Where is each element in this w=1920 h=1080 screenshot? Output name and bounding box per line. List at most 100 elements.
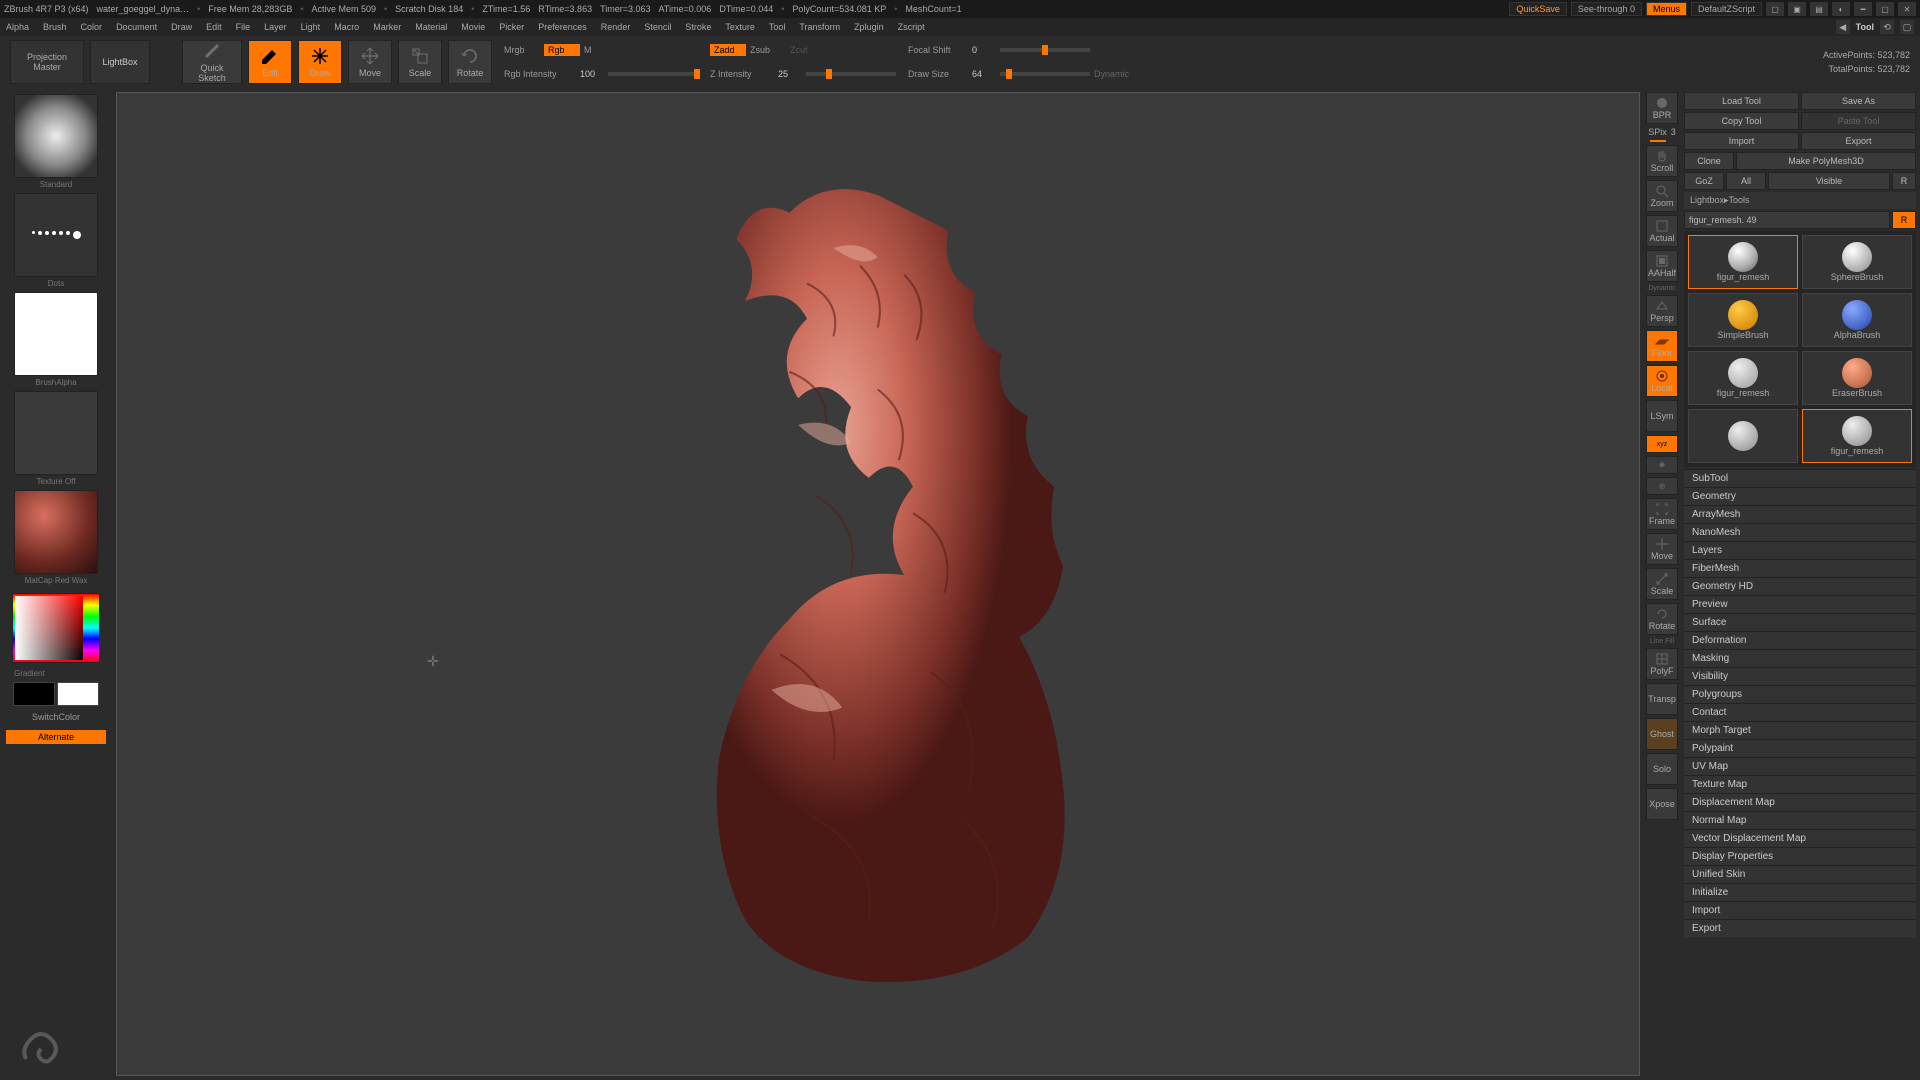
section-initialize[interactable]: Initialize [1684, 883, 1916, 901]
section-export[interactable]: Export [1684, 919, 1916, 937]
dynamic-toggle[interactable]: Dynamic [1094, 69, 1130, 79]
zadd-toggle[interactable]: Zadd [710, 44, 746, 56]
section-geometry[interactable]: Geometry [1684, 487, 1916, 505]
section-surface[interactable]: Surface [1684, 613, 1916, 631]
tool-thumb[interactable]: AlphaBrush [1802, 293, 1912, 347]
zoom-button[interactable]: Zoom [1646, 180, 1678, 212]
section-layers[interactable]: Layers [1684, 541, 1916, 559]
menu-picker[interactable]: Picker [499, 22, 524, 32]
menu-layer[interactable]: Layer [264, 22, 287, 32]
section-vector-displacement-map[interactable]: Vector Displacement Map [1684, 829, 1916, 847]
section-normal-map[interactable]: Normal Map [1684, 811, 1916, 829]
material-selector[interactable] [14, 490, 98, 574]
menu-edit[interactable]: Edit [206, 22, 222, 32]
section-nanomesh[interactable]: NanoMesh [1684, 523, 1916, 541]
xpose-button[interactable]: Xpose [1646, 788, 1678, 820]
target-button[interactable]: ◎ [1646, 477, 1678, 495]
scroll-button[interactable]: Scroll [1646, 145, 1678, 177]
nav-rotate-button[interactable]: Rotate [1646, 603, 1678, 635]
projection-master-button[interactable]: Projection Master [10, 40, 84, 84]
z-intensity-slider[interactable] [806, 72, 896, 76]
tool-thumb[interactable] [1688, 409, 1798, 463]
m-toggle[interactable]: M [584, 45, 620, 55]
section-uv-map[interactable]: UV Map [1684, 757, 1916, 775]
rotate-button[interactable]: Rotate [448, 40, 492, 84]
section-masking[interactable]: Masking [1684, 649, 1916, 667]
goz-r-button[interactable]: R [1892, 172, 1916, 190]
nav-scale-button[interactable]: Scale [1646, 568, 1678, 600]
goz-button[interactable]: GoZ [1684, 172, 1724, 190]
move-button[interactable]: Move [348, 40, 392, 84]
section-preview[interactable]: Preview [1684, 595, 1916, 613]
section-texture-map[interactable]: Texture Map [1684, 775, 1916, 793]
alternate-button[interactable]: Alternate [6, 730, 106, 744]
brush-selector[interactable] [14, 94, 98, 178]
section-displacement-map[interactable]: Displacement Map [1684, 793, 1916, 811]
menus-button[interactable]: Menus [1646, 2, 1687, 16]
section-arraymesh[interactable]: ArrayMesh [1684, 505, 1916, 523]
section-polygroups[interactable]: Polygroups [1684, 685, 1916, 703]
texture-selector[interactable] [14, 391, 98, 475]
seethrough-slider[interactable]: See-through 0 [1571, 2, 1642, 16]
scale-button[interactable]: Scale [398, 40, 442, 84]
menu-brush[interactable]: Brush [43, 22, 67, 32]
lightbox-button[interactable]: LightBox [90, 40, 150, 84]
lightbox-tools-button[interactable]: Lightbox▸Tools [1684, 192, 1916, 209]
section-geometry-hd[interactable]: Geometry HD [1684, 577, 1916, 595]
section-visibility[interactable]: Visibility [1684, 667, 1916, 685]
maximize-button[interactable]: ▢ [1876, 2, 1894, 16]
menu-render[interactable]: Render [601, 22, 631, 32]
menu-color[interactable]: Color [81, 22, 103, 32]
panel-back-icon[interactable]: ◀ [1836, 20, 1850, 34]
menu-transform[interactable]: Transform [799, 22, 840, 32]
section-subtool[interactable]: SubTool [1684, 469, 1916, 487]
swatch-secondary[interactable] [13, 682, 55, 706]
paste-tool-button[interactable]: Paste Tool [1801, 112, 1916, 130]
section-polypaint[interactable]: Polypaint [1684, 739, 1916, 757]
saveas-button[interactable]: Save As [1801, 92, 1916, 110]
minimize-button[interactable]: ━ [1854, 2, 1872, 16]
rgb-intensity-slider[interactable] [608, 72, 698, 76]
defaultscript-button[interactable]: DefaultZScript [1691, 2, 1762, 16]
menu-light[interactable]: Light [301, 22, 321, 32]
bpr-button[interactable]: BPR [1646, 92, 1678, 124]
quicksketch-button[interactable]: Quick Sketch [182, 40, 242, 84]
section-contact[interactable]: Contact [1684, 703, 1916, 721]
nav-move-button[interactable]: Move [1646, 533, 1678, 565]
gradient-label[interactable]: Gradient [6, 669, 106, 678]
polyf-button[interactable]: PolyF [1646, 648, 1678, 680]
section-morph-target[interactable]: Morph Target [1684, 721, 1916, 739]
menu-zscript[interactable]: Zscript [898, 22, 925, 32]
menu-stencil[interactable]: Stencil [644, 22, 671, 32]
close-button[interactable]: ✕ [1898, 2, 1916, 16]
color-picker[interactable] [12, 593, 100, 663]
tool-thumb[interactable]: figur_remesh [1688, 351, 1798, 405]
tool-thumb[interactable]: EraserBrush [1802, 351, 1912, 405]
switchcolor-button[interactable]: SwitchColor [6, 710, 106, 724]
hide-button[interactable]: ◐ [1832, 2, 1850, 16]
menu-preferences[interactable]: Preferences [538, 22, 587, 32]
swatch-primary[interactable] [57, 682, 99, 706]
mrgb-toggle[interactable]: Mrgb [504, 45, 540, 55]
draw-button[interactable]: Draw [298, 40, 342, 84]
local-button[interactable]: Local [1646, 365, 1678, 397]
quicksave-button[interactable]: QuickSave [1509, 2, 1567, 16]
focal-shift-slider[interactable] [1000, 48, 1090, 52]
stroke-selector[interactable] [14, 193, 98, 277]
menu-alpha[interactable]: Alpha [6, 22, 29, 32]
panel-close-icon[interactable]: ⟲ [1880, 20, 1894, 34]
menu-movie[interactable]: Movie [461, 22, 485, 32]
solo-button[interactable]: Solo [1646, 753, 1678, 785]
frame-button[interactable]: Frame [1646, 498, 1678, 530]
tool-thumb[interactable]: SphereBrush [1802, 235, 1912, 289]
export-button[interactable]: Export [1801, 132, 1916, 150]
section-unified-skin[interactable]: Unified Skin [1684, 865, 1916, 883]
menu-stroke[interactable]: Stroke [685, 22, 711, 32]
layout2-button[interactable]: ▣ [1788, 2, 1806, 16]
lsym-button[interactable]: LSym [1646, 400, 1678, 432]
load-tool-button[interactable]: Load Tool [1684, 92, 1799, 110]
menu-material[interactable]: Material [415, 22, 447, 32]
ghost-button[interactable]: Ghost [1646, 718, 1678, 750]
goz-visible-button[interactable]: Visible [1768, 172, 1890, 190]
center-button[interactable]: ⊕ [1646, 456, 1678, 474]
